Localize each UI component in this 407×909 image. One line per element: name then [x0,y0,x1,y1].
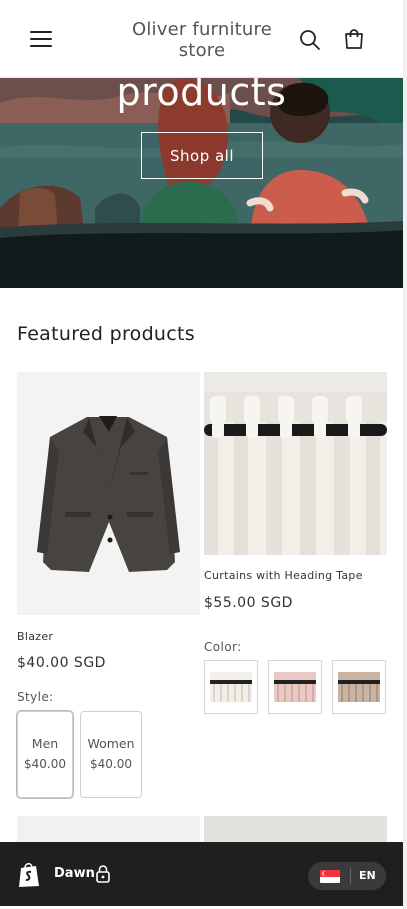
featured-products-heading: Featured products [17,323,195,345]
color-option-label: Color: [204,640,242,654]
hamburger-menu-icon[interactable] [30,29,52,49]
cart-bag-icon[interactable] [342,27,366,51]
color-swatch-white[interactable] [204,660,258,714]
product-price-blazer: $40.00 SGD [17,655,106,671]
variant-women[interactable]: Women $40.00 [80,711,142,798]
product-price-curtains: $55.00 SGD [204,595,293,611]
lock-icon [95,864,111,884]
variant-name: Men [31,736,59,751]
hero-banner: products Shop all [0,78,403,288]
singapore-flag-icon [320,869,340,883]
product-title-blazer[interactable]: Blazer [17,630,53,643]
shop-all-button[interactable]: Shop all [141,132,263,179]
page-edge [403,0,407,909]
shopify-bag-icon [17,862,41,888]
search-icon[interactable] [298,28,322,52]
color-swatch-beige[interactable] [332,660,386,714]
hero-title: products [116,78,287,114]
theme-preview-bar: Dawn EN [0,842,403,906]
variant-men[interactable]: Men $40.00 [17,711,73,798]
variant-price: $40.00 [90,757,132,771]
theme-name: Dawn [54,866,95,881]
language-code: EN [359,869,376,882]
product-image-curtains[interactable] [204,372,387,555]
product-title-curtains[interactable]: Curtains with Heading Tape [204,569,363,582]
variant-price: $40.00 [24,757,66,771]
product-image-blazer[interactable] [17,372,200,615]
store-name[interactable]: Oliver furniture store [120,19,284,61]
variant-name: Women [87,736,135,751]
divider [350,868,351,884]
language-selector[interactable]: EN [308,862,386,890]
site-header: Oliver furniture store [0,0,403,78]
style-option-label: Style: [17,690,54,704]
color-swatch-pink[interactable] [268,660,322,714]
